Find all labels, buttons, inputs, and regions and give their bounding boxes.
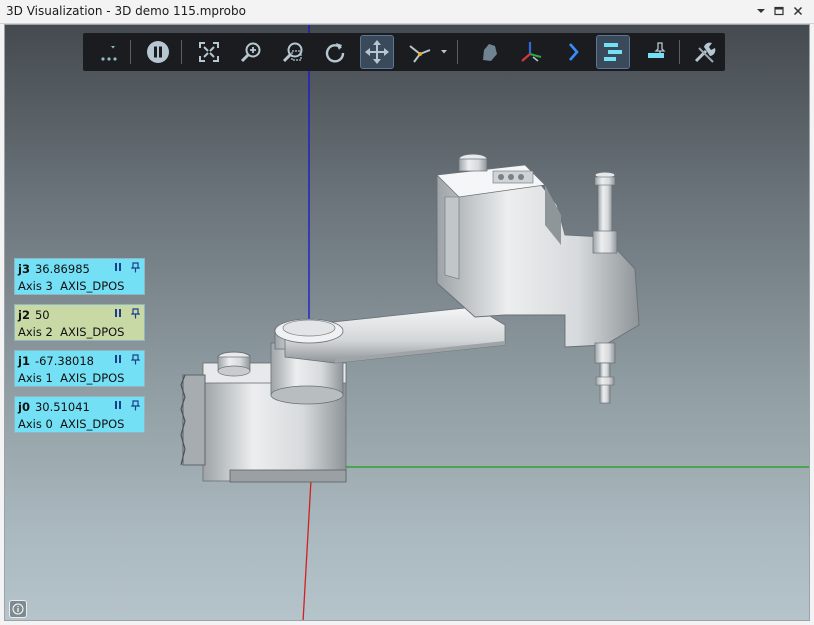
rotate-button[interactable] bbox=[319, 36, 351, 68]
axis-label: Axis 0 bbox=[18, 417, 53, 431]
window-title: 3D Visualization - 3D demo 115.mprobo bbox=[6, 4, 246, 18]
pause-icon[interactable] bbox=[114, 262, 123, 273]
maximize-icon[interactable] bbox=[770, 2, 788, 20]
pin-panel-button[interactable] bbox=[641, 36, 673, 68]
axis-signal: AXIS_DPOS bbox=[60, 371, 125, 385]
toolbar-separator bbox=[130, 40, 131, 64]
joint-name: j2 bbox=[18, 308, 30, 322]
visualization-window: 3D Visualization - 3D demo 115.mprobo j3… bbox=[0, 0, 814, 625]
axis-panel-j2[interactable]: j2 50 Axis 2 AXIS_DPOS bbox=[14, 304, 145, 341]
view-toolbar bbox=[83, 33, 725, 71]
pan-button[interactable] bbox=[360, 35, 394, 69]
zoom-in-icon bbox=[240, 42, 261, 63]
more-options-button[interactable] bbox=[93, 36, 125, 68]
joint-name: j3 bbox=[18, 262, 30, 276]
axis-panel-j3[interactable]: j3 36.86985 Axis 3 AXIS_DPOS bbox=[14, 258, 145, 295]
show-axes-button[interactable] bbox=[515, 36, 547, 68]
joint-value: -67.38018 bbox=[34, 354, 94, 368]
info-icon bbox=[12, 603, 24, 615]
pause-icon bbox=[147, 41, 169, 63]
zoom-window-button[interactable] bbox=[277, 36, 309, 68]
dropdown-arrow-icon[interactable] bbox=[752, 2, 770, 20]
axis-panel-j0[interactable]: j0 30.51041 Axis 0 AXIS_DPOS bbox=[14, 396, 145, 433]
toolbar-separator bbox=[181, 40, 182, 64]
joint-value: 36.86985 bbox=[34, 262, 90, 276]
rotate-icon bbox=[325, 43, 345, 63]
info-button[interactable] bbox=[9, 600, 27, 618]
chevron-right-icon bbox=[569, 43, 579, 61]
zoom-extents-button[interactable] bbox=[193, 36, 225, 68]
axes-triad-icon bbox=[521, 42, 542, 62]
axis-label: Axis 2 bbox=[18, 325, 53, 339]
title-bar: 3D Visualization - 3D demo 115.mprobo bbox=[0, 0, 814, 24]
coordinate-dropdown-icon bbox=[409, 45, 447, 63]
move-icon bbox=[365, 40, 389, 64]
pin-icon[interactable] bbox=[131, 400, 140, 411]
ellipsis-dropdown-icon bbox=[101, 46, 117, 61]
pause-icon[interactable] bbox=[114, 354, 123, 365]
joint-name: j0 bbox=[18, 400, 30, 414]
axis-panel-j1[interactable]: j1 -67.38018 Axis 1 AXIS_DPOS bbox=[14, 350, 145, 387]
toolbar-separator bbox=[457, 40, 458, 64]
zoom-in-button[interactable] bbox=[235, 36, 267, 68]
axis-label: Axis 1 bbox=[18, 371, 53, 385]
pin-icon[interactable] bbox=[131, 354, 140, 365]
pin-panel-icon bbox=[648, 42, 666, 58]
pause-icon[interactable] bbox=[114, 308, 123, 319]
x-axis-line bbox=[302, 479, 312, 620]
axis-label: Axis 3 bbox=[18, 279, 53, 293]
close-icon[interactable] bbox=[789, 2, 807, 20]
3d-viewport[interactable]: j3 36.86985 Axis 3 AXIS_DPOS j2 50 Axis 2 … bbox=[4, 24, 810, 621]
pin-icon[interactable] bbox=[131, 308, 140, 319]
fit-to-view-icon bbox=[199, 42, 219, 62]
pause-button[interactable] bbox=[142, 36, 174, 68]
axis-signal: AXIS_DPOS bbox=[60, 417, 125, 431]
axis-panels-button[interactable] bbox=[596, 35, 630, 69]
settings-button[interactable] bbox=[689, 36, 721, 68]
object-view-button[interactable] bbox=[473, 36, 505, 68]
pin-icon[interactable] bbox=[131, 262, 140, 273]
expand-button[interactable] bbox=[557, 36, 589, 68]
joint-value: 30.51041 bbox=[34, 400, 90, 414]
joint-name: j1 bbox=[18, 354, 30, 368]
toolbar-separator bbox=[679, 40, 680, 64]
joint-value: 50 bbox=[34, 308, 50, 322]
coordinate-system-button[interactable] bbox=[405, 36, 451, 68]
panels-icon bbox=[604, 43, 622, 61]
axis-signal: AXIS_DPOS bbox=[60, 325, 125, 339]
object-shape-icon bbox=[483, 44, 497, 61]
pause-icon[interactable] bbox=[114, 400, 123, 411]
zoom-window-icon bbox=[282, 42, 303, 63]
tools-icon bbox=[694, 42, 716, 63]
axis-signal: AXIS_DPOS bbox=[60, 279, 125, 293]
